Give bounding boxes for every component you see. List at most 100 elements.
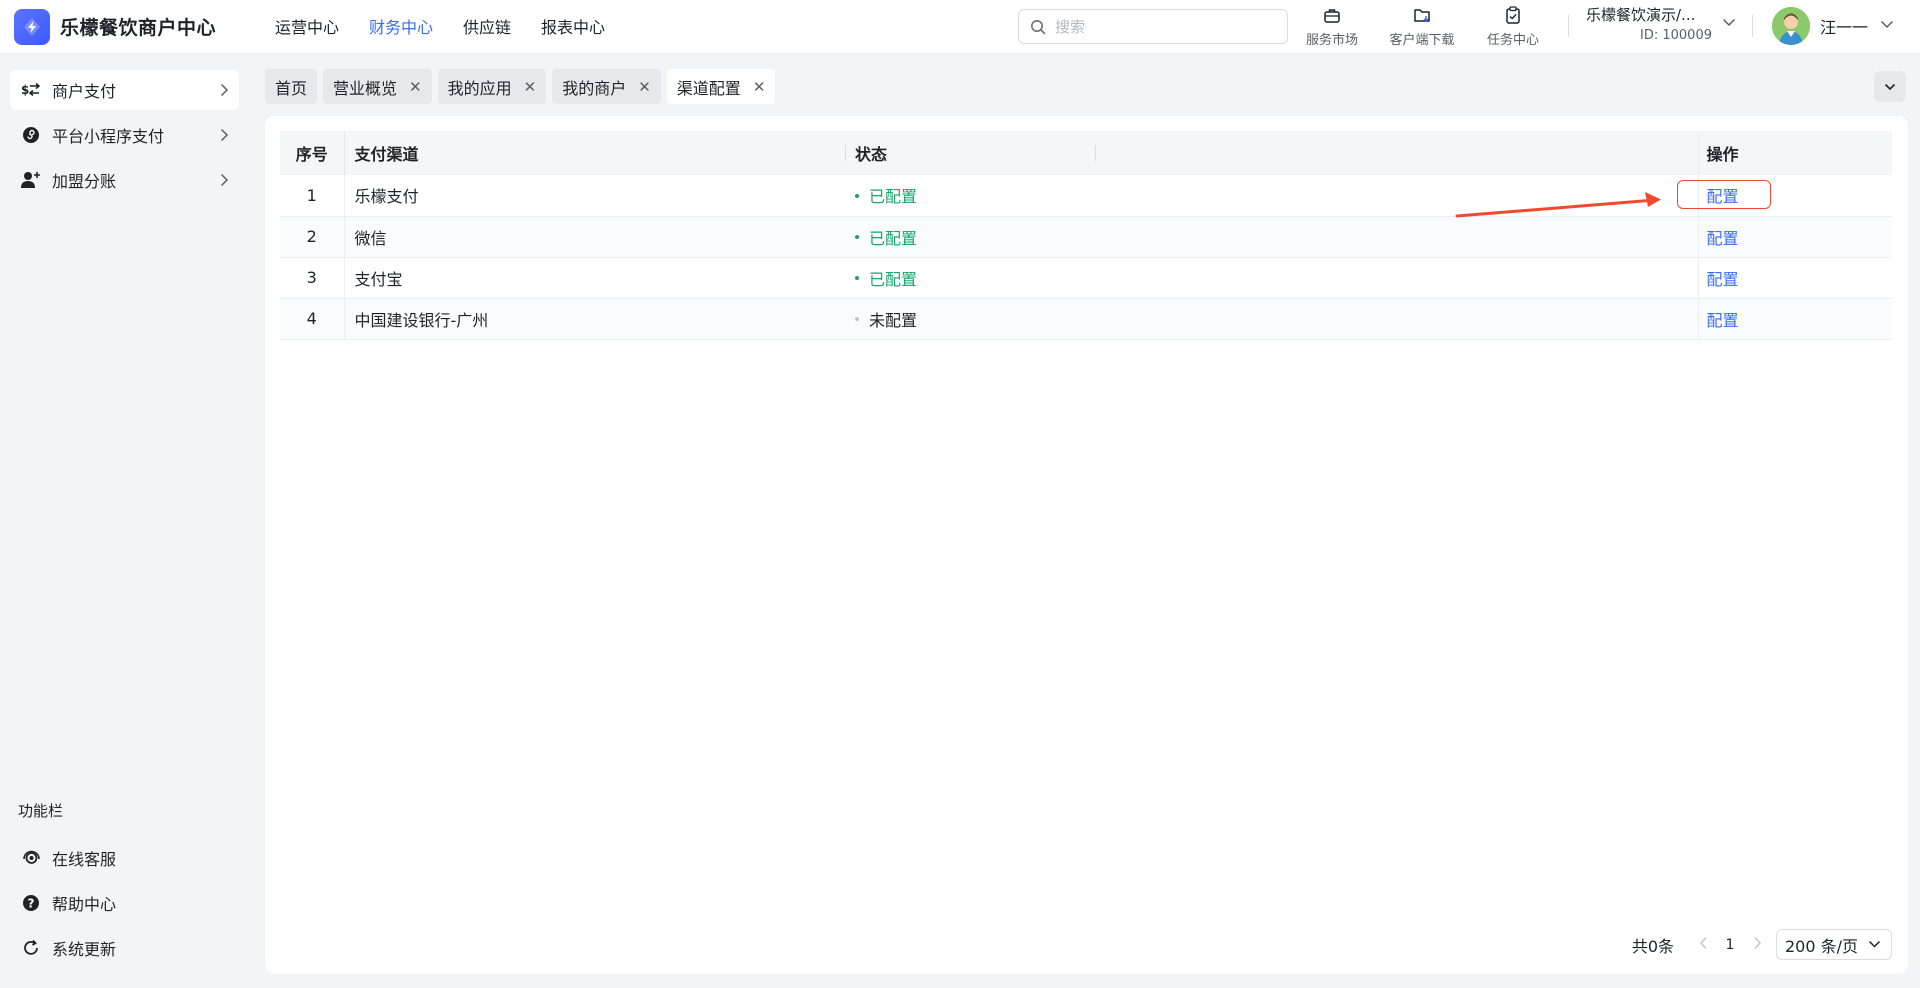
close-icon[interactable]: ✕: [409, 78, 422, 96]
search-box[interactable]: [1018, 9, 1288, 44]
user-name[interactable]: 汪一一: [1820, 14, 1868, 38]
avatar[interactable]: [1772, 7, 1810, 45]
nav-item-supply-chain[interactable]: 供应链: [463, 14, 511, 38]
tab-my-merchants[interactable]: 我的商户 ✕: [552, 69, 661, 104]
merchant-switcher[interactable]: 乐檬餐饮演示/... ID: 100009: [1586, 4, 1736, 43]
current-page[interactable]: 1: [1714, 937, 1746, 953]
tab-my-apps[interactable]: 我的应用 ✕: [437, 69, 547, 104]
sidebar-item-merchant-payment[interactable]: $ 商户支付: [10, 70, 239, 110]
status-text: 未配置: [869, 310, 918, 330]
tab-label: 首页: [275, 78, 308, 98]
column-header-blank: [1095, 131, 1698, 175]
row-action: 配置: [1697, 298, 1892, 340]
sidebar: $ 商户支付 平台小程序支付 加盟分账 功能栏 在线客服 ? 帮助中心 系统更新: [0, 55, 250, 988]
refresh-icon: [24, 939, 38, 955]
table-row: 1 乐檬支付 已配置 配置: [280, 175, 1892, 217]
tab-label: 营业概览: [333, 78, 398, 98]
client-download-button[interactable]: 客户端下载: [1383, 4, 1461, 48]
chevron-down-icon[interactable]: [1880, 20, 1894, 29]
service-market-button[interactable]: 服务市场: [1300, 4, 1364, 48]
sidebar-item-mini-program-payment[interactable]: 平台小程序支付: [10, 115, 239, 155]
table-row: 2 微信 已配置 配置: [280, 216, 1892, 258]
nav-item-reports[interactable]: 报表中心: [541, 14, 605, 38]
row-channel: 中国建设银行-广州: [344, 298, 845, 340]
search-icon: [1031, 20, 1046, 35]
main-panel: 序号 支付渠道 状态 操作 1 乐檬支付 已配置 配置 2 微信 已配置 配置: [265, 116, 1908, 974]
page-tabs: 首页 营业概览 ✕ 我的应用 ✕ 我的商户 ✕ 渠道配置 ✕: [265, 69, 781, 104]
configure-link[interactable]: 配置: [1707, 270, 1739, 289]
sidebar-item-label: 商户支付: [52, 82, 117, 101]
service-market-label: 服务市场: [1305, 33, 1358, 48]
briefcase-icon: [1324, 8, 1340, 23]
row-status: 已配置: [845, 175, 1095, 217]
tabs-dropdown-button[interactable]: [1874, 71, 1906, 102]
chevron-right-icon: [220, 173, 229, 187]
prev-page-button[interactable]: [1692, 935, 1714, 954]
page-size-select[interactable]: 200 条/页: [1776, 929, 1892, 960]
sidebar-item-help-center[interactable]: ? 帮助中心: [10, 883, 239, 923]
chevron-right-icon: [1753, 936, 1761, 950]
status-badge: 已配置: [855, 229, 917, 248]
row-status: 已配置: [845, 216, 1095, 258]
client-download-label: 客户端下载: [1389, 33, 1455, 48]
table-row: 3 支付宝 已配置 配置: [280, 257, 1892, 299]
tab-home[interactable]: 首页: [265, 69, 318, 104]
add-user-icon: [21, 172, 40, 188]
pagination: 共0条 1 200 条/页: [1632, 929, 1892, 960]
row-channel: 乐檬支付: [344, 175, 845, 217]
page-size-value: 200 条/页: [1785, 936, 1859, 956]
folder-download-icon: [1413, 8, 1430, 22]
close-icon[interactable]: ✕: [524, 78, 537, 96]
chevron-left-icon: [1699, 936, 1707, 950]
row-index: 4: [280, 298, 345, 340]
sidebar-item-online-service[interactable]: 在线客服: [10, 838, 239, 878]
row-channel: 微信: [344, 216, 845, 258]
row-blank: [1095, 175, 1698, 217]
chevron-down-icon: [1884, 83, 1896, 90]
row-status: 未配置: [845, 298, 1095, 340]
tab-business-overview[interactable]: 营业概览 ✕: [323, 69, 432, 104]
configure-link[interactable]: 配置: [1707, 187, 1739, 206]
close-icon[interactable]: ✕: [638, 78, 651, 96]
row-action: 配置: [1697, 216, 1892, 258]
column-header-index: 序号: [280, 131, 345, 175]
sidebar-item-label: 帮助中心: [52, 895, 117, 914]
tab-channel-config[interactable]: 渠道配置 ✕: [666, 69, 776, 104]
sidebar-section-title: 功能栏: [18, 802, 64, 820]
status-text: 已配置: [869, 187, 918, 207]
status-text: 已配置: [869, 269, 918, 289]
app-logo-icon[interactable]: [14, 9, 50, 45]
mini-program-icon: [23, 127, 39, 143]
user-avatar-icon: [1772, 7, 1810, 45]
status-badge: 已配置: [855, 270, 917, 289]
tab-label: 我的商户: [562, 78, 627, 98]
help-circle-icon: ?: [23, 895, 39, 911]
merchant-id: ID: 100009: [1640, 28, 1712, 43]
chevron-right-icon: [220, 128, 229, 142]
status-text: 已配置: [869, 228, 918, 248]
sidebar-item-label: 平台小程序支付: [52, 127, 165, 146]
table-header-row: 序号 支付渠道 状态 操作: [280, 131, 1892, 175]
tab-label: 渠道配置: [676, 78, 741, 98]
status-badge: 未配置: [855, 311, 917, 330]
configure-link[interactable]: 配置: [1707, 311, 1739, 330]
row-blank: [1095, 298, 1698, 340]
chevron-down-icon: [1722, 18, 1736, 27]
nav-item-operations[interactable]: 运营中心: [275, 14, 339, 38]
search-input[interactable]: [1055, 16, 1275, 38]
svg-text:?: ?: [28, 897, 35, 911]
task-center-button[interactable]: 任务中心: [1481, 4, 1545, 48]
sidebar-item-system-update[interactable]: 系统更新: [10, 928, 239, 968]
sidebar-item-franchise-split[interactable]: 加盟分账: [10, 160, 239, 200]
row-index: 3: [280, 257, 345, 299]
headset-icon: [22, 850, 40, 864]
next-page-button[interactable]: [1746, 935, 1768, 954]
sidebar-item-label: 系统更新: [52, 940, 117, 959]
configure-link[interactable]: 配置: [1707, 229, 1739, 248]
row-status: 已配置: [845, 257, 1095, 299]
close-icon[interactable]: ✕: [753, 78, 766, 96]
nav-item-finance[interactable]: 财务中心: [369, 14, 433, 38]
divider: [1568, 15, 1569, 37]
status-dot-icon: [855, 235, 859, 239]
table-row: 4 中国建设银行-广州 未配置 配置: [280, 298, 1892, 340]
